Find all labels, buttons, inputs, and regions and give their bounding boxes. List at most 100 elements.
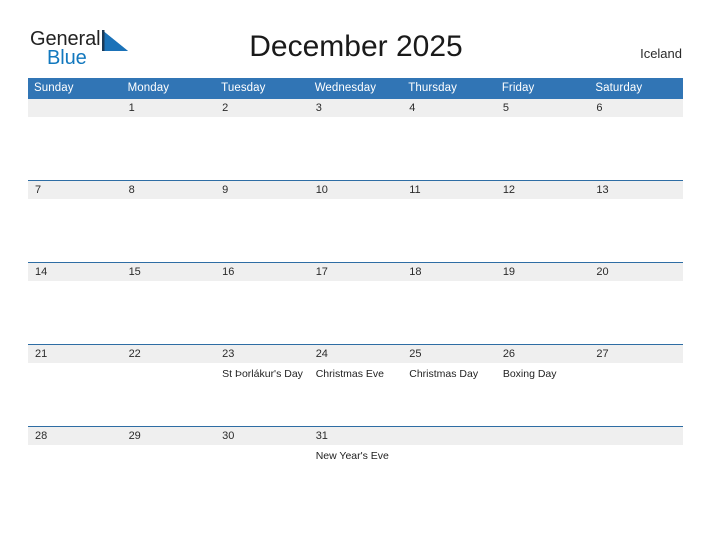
day-number: 17	[308, 263, 403, 281]
day-cell[interactable]: 25 Christmas Day	[402, 344, 496, 427]
day-number: 31	[308, 427, 403, 445]
day-cell[interactable]	[495, 426, 590, 508]
day-event	[402, 281, 496, 286]
day-number: 19	[495, 263, 590, 281]
weekday-header-tuesday: Tuesday	[215, 78, 309, 99]
day-number: 27	[589, 345, 683, 363]
day-cell[interactable]: 24 Christmas Eve	[308, 344, 403, 427]
day-number: 24	[308, 345, 403, 363]
day-event	[122, 281, 216, 286]
day-event	[496, 281, 590, 286]
day-cell[interactable]: 2	[215, 99, 309, 181]
day-event: Christmas Eve	[315, 368, 384, 380]
day-event	[215, 445, 309, 450]
day-event	[309, 281, 403, 286]
day-number: 1	[121, 99, 216, 117]
day-cell[interactable]: 18	[402, 262, 496, 345]
day-event	[589, 445, 683, 450]
day-number: 18	[402, 263, 496, 281]
day-event	[122, 363, 216, 368]
day-event	[496, 199, 590, 204]
day-number: 8	[121, 181, 216, 199]
day-cell[interactable]: 1	[121, 99, 216, 181]
day-event	[402, 117, 496, 122]
day-cell[interactable]: 21	[28, 344, 122, 427]
day-number: 15	[121, 263, 216, 281]
day-cell[interactable]: 26 Boxing Day	[495, 344, 590, 427]
weekday-header-sunday: Sunday	[28, 78, 122, 99]
calendar-week-row: 28 29 30 31 New Year's Eve	[28, 426, 683, 508]
day-cell[interactable]	[402, 426, 496, 508]
page-header: General Blue December 2025 Iceland	[0, 0, 712, 78]
day-cell[interactable]: 31 New Year's Eve	[308, 426, 403, 508]
day-event: Christmas Day	[409, 368, 479, 380]
calendar-week-row: 1 2 3 4 5 6	[28, 99, 683, 181]
day-event	[309, 199, 403, 204]
day-event	[215, 199, 309, 204]
day-number	[28, 99, 122, 117]
weekday-header-thursday: Thursday	[402, 78, 496, 99]
day-cell[interactable]: 17	[308, 262, 403, 345]
day-cell[interactable]: 19	[495, 262, 590, 345]
weekday-header-saturday: Saturday	[589, 78, 683, 99]
day-cell[interactable]: 29	[121, 426, 216, 508]
day-cell[interactable]	[589, 426, 683, 508]
day-number: 16	[215, 263, 309, 281]
day-cell[interactable]: 4	[402, 99, 496, 181]
day-cell[interactable]: 9	[215, 180, 309, 263]
day-event	[402, 445, 496, 450]
day-event: St Þorlákur's Day	[222, 368, 303, 380]
month-calendar-table: Sunday Monday Tuesday Wednesday Thursday…	[28, 78, 683, 508]
day-number: 7	[28, 181, 122, 199]
weekday-header-friday: Friday	[495, 78, 590, 99]
day-cell[interactable]: 22	[121, 344, 216, 427]
day-event	[496, 117, 590, 122]
day-event	[28, 199, 122, 204]
day-number: 28	[28, 427, 122, 445]
day-number: 26	[495, 345, 590, 363]
day-cell[interactable]: 6	[589, 99, 683, 181]
day-event	[496, 445, 590, 450]
day-cell[interactable]	[28, 99, 122, 181]
day-number: 25	[402, 345, 496, 363]
day-cell[interactable]: 12	[495, 180, 590, 263]
day-cell[interactable]: 23 St Þorlákur's Day	[215, 344, 309, 427]
day-event: New Year's Eve	[315, 450, 389, 462]
day-number: 29	[121, 427, 216, 445]
day-cell[interactable]: 20	[589, 262, 683, 345]
page-title: December 2025	[249, 30, 463, 63]
weekday-header-monday: Monday	[121, 78, 216, 99]
day-cell[interactable]: 8	[121, 180, 216, 263]
day-cell[interactable]: 30	[215, 426, 309, 508]
day-cell[interactable]: 15	[121, 262, 216, 345]
day-number: 3	[308, 99, 403, 117]
day-event	[28, 445, 122, 450]
day-cell[interactable]: 11	[402, 180, 496, 263]
day-event	[28, 363, 122, 368]
day-cell[interactable]: 10	[308, 180, 403, 263]
day-number: 30	[215, 427, 309, 445]
day-number: 9	[215, 181, 309, 199]
day-cell[interactable]: 27	[589, 344, 683, 427]
day-cell[interactable]: 28	[28, 426, 122, 508]
day-event	[28, 281, 122, 286]
day-number	[495, 427, 590, 445]
day-event	[215, 281, 309, 286]
day-cell[interactable]: 14	[28, 262, 122, 345]
day-event	[28, 117, 122, 122]
day-event: Boxing Day	[502, 368, 557, 380]
day-cell[interactable]: 16	[215, 262, 309, 345]
calendar-week-row: 7 8 9 10 11 12 13	[28, 180, 683, 263]
day-cell[interactable]: 3	[308, 99, 403, 181]
day-number: 4	[402, 99, 496, 117]
day-cell[interactable]: 7	[28, 180, 122, 263]
day-number: 23	[215, 345, 309, 363]
day-event	[402, 199, 496, 204]
day-cell[interactable]: 13	[589, 180, 683, 263]
day-event	[589, 199, 683, 204]
day-number: 10	[308, 181, 403, 199]
day-cell[interactable]: 5	[495, 99, 590, 181]
calendar-week-row: 14 15 16 17 18 19 20	[28, 262, 683, 345]
day-number: 5	[495, 99, 590, 117]
day-number: 22	[121, 345, 216, 363]
